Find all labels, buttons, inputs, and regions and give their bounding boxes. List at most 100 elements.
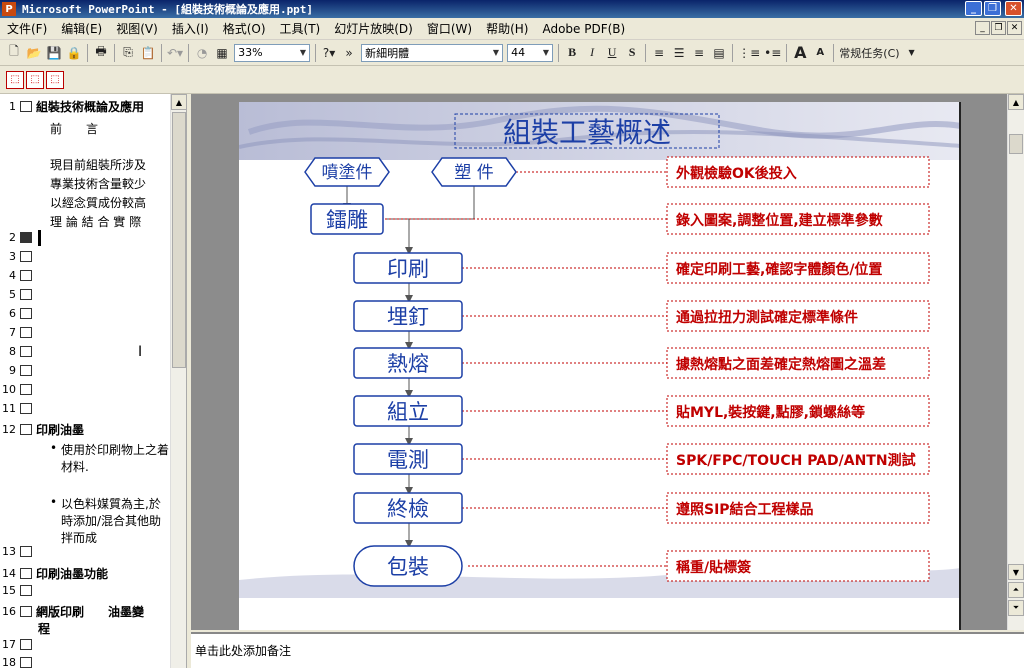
slide-canvas[interactable]: 組裝工藝概述 噴塗件 塑 件鐳雕 印刷 埋釘 熱熔 組立 電測 終檢 包裝 外觀檢驗OK後投入錄…: [239, 102, 961, 630]
slide-title[interactable]: 網版印刷 油墨變: [36, 603, 144, 620]
menu-help[interactable]: 帮助(H): [479, 20, 535, 37]
maximize-button[interactable]: ❐: [984, 1, 1001, 16]
permission-icon[interactable]: 🔒: [64, 43, 84, 63]
outline-body-line[interactable]: 專業技術含量較少: [50, 175, 146, 192]
outline-slide-row[interactable]: 3: [0, 250, 170, 263]
outline-body-line[interactable]: 以色料媒質為主,於: [61, 495, 161, 512]
font-size-combo[interactable]: 44 ▼: [507, 43, 554, 62]
slide-title[interactable]: 組裝工藝概述: [503, 116, 671, 149]
slide-title[interactable]: 組裝技術概論及應用: [36, 98, 144, 115]
align-center-icon[interactable]: ☰: [669, 43, 689, 63]
outline-body-line[interactable]: 理 論 結 合 實 際: [50, 213, 141, 230]
outline-slide-row[interactable]: 16 網版印刷 油墨變: [0, 603, 170, 620]
outline-slide-row[interactable]: 7: [0, 326, 170, 339]
scroll-thumb[interactable]: [172, 112, 186, 368]
italic-button[interactable]: I: [582, 43, 602, 63]
shadow-button[interactable]: S: [622, 43, 642, 63]
outline-slide-row[interactable]: 18: [0, 656, 170, 668]
notes-placeholder[interactable]: 单击此处添加备注: [195, 644, 291, 658]
outline-slide-row[interactable]: 5: [0, 288, 170, 301]
insert-chart-icon[interactable]: ◔: [192, 43, 212, 63]
outline-slide-row[interactable]: 12 印刷油墨: [0, 421, 170, 438]
menu-tools[interactable]: 工具(T): [273, 20, 328, 37]
menu-insert[interactable]: 插入(I): [165, 20, 216, 37]
shrink-font-button[interactable]: A: [810, 43, 830, 63]
slide-icon: [20, 546, 32, 557]
convert-to-pdf-icon[interactable]: ⬚: [6, 70, 24, 89]
scroll-down-icon[interactable]: ▼: [1008, 564, 1024, 580]
paste-icon[interactable]: 📋: [138, 43, 158, 63]
menu-file[interactable]: 文件(F): [0, 20, 54, 37]
align-left-icon[interactable]: ≡: [649, 43, 669, 63]
menu-slideshow[interactable]: 幻灯片放映(D): [327, 20, 420, 37]
save-icon[interactable]: 💾: [44, 43, 64, 63]
outline-slide-row[interactable]: 9: [0, 364, 170, 377]
slide-title[interactable]: 印刷油墨功能: [36, 565, 108, 582]
outline-slide-row[interactable]: 17: [0, 638, 170, 651]
task-pane-button[interactable]: 常规任务(C): [837, 43, 901, 63]
outline-slide-row[interactable]: 11: [0, 402, 170, 415]
convert-and-email-icon[interactable]: ⬚: [26, 70, 44, 89]
font-name-combo[interactable]: 新細明體 ▼: [361, 43, 504, 62]
underline-button[interactable]: U: [602, 43, 622, 63]
outline-slide-row[interactable]: 14 印刷油墨功能: [0, 565, 170, 582]
help-icon[interactable]: ?▾: [319, 43, 339, 63]
bullets-icon[interactable]: •≡: [762, 43, 783, 63]
outline-pane[interactable]: 1 組裝技術概論及應用 前 言 現目前組裝所涉及 專業技術含量較少 以經念質成份…: [0, 94, 170, 668]
grid-icon[interactable]: ▦: [212, 43, 232, 63]
new-icon[interactable]: 🗋: [4, 43, 24, 63]
vertical-scrollbar[interactable]: ▲ ▼ ⏶ ⏷: [1007, 94, 1024, 630]
process-step-label: 印刷: [387, 257, 429, 281]
outline-body-line[interactable]: 材料.: [61, 458, 89, 475]
slide-editing-area[interactable]: 組裝工藝概述 噴塗件 塑 件鐳雕 印刷 埋釘 熱熔 組立 電測 終檢 包裝 外觀檢驗OK後投入錄…: [191, 94, 1007, 630]
menu-window[interactable]: 窗口(W): [420, 20, 479, 37]
minimize-button[interactable]: _: [965, 1, 982, 16]
copy-icon[interactable]: ⎘: [118, 43, 138, 63]
numbering-icon[interactable]: ⋮≡: [736, 43, 762, 63]
menu-adobe-pdf[interactable]: Adobe PDF(B): [535, 22, 632, 36]
outline-body-line[interactable]: 使用於印刷物上之着: [61, 441, 169, 458]
justify-icon[interactable]: ▤: [709, 43, 729, 63]
outline-body-line[interactable]: 以經念質成份較高: [50, 194, 146, 211]
outline-slide-row[interactable]: 15: [0, 584, 170, 597]
doc-restore-button[interactable]: ❐: [991, 21, 1006, 35]
zoom-combo[interactable]: 33% ▼: [234, 43, 311, 62]
outline-body-line[interactable]: 時添加/混合其他助: [61, 512, 161, 529]
outline-slide-row[interactable]: 4: [0, 269, 170, 282]
scroll-up-icon[interactable]: ▲: [171, 94, 187, 110]
outline-slide-row[interactable]: 1 組裝技術概論及應用: [0, 98, 170, 115]
previous-slide-icon[interactable]: ⏶: [1008, 582, 1024, 598]
toolbar-options-icon[interactable]: »: [339, 43, 359, 63]
scroll-thumb[interactable]: [1009, 134, 1023, 154]
doc-minimize-button[interactable]: _: [975, 21, 990, 35]
outline-slide-row[interactable]: 6: [0, 307, 170, 320]
menu-format[interactable]: 格式(O): [216, 20, 273, 37]
doc-close-button[interactable]: ✕: [1007, 21, 1022, 35]
slide-title[interactable]: 印刷油墨: [36, 421, 84, 438]
outline-body-line[interactable]: 拌而成: [61, 529, 97, 546]
undo-icon[interactable]: ↶▾: [165, 43, 185, 63]
powerpoint-icon[interactable]: P: [2, 2, 16, 16]
outline-scrollbar[interactable]: ▲: [170, 94, 187, 668]
slide-title-continued[interactable]: 程: [38, 620, 50, 637]
convert-and-review-icon[interactable]: ⬚: [46, 70, 64, 89]
open-icon[interactable]: 📂: [24, 43, 44, 63]
close-button[interactable]: ✕: [1005, 1, 1022, 16]
menu-view[interactable]: 视图(V): [109, 20, 165, 37]
outline-slide-row[interactable]: 2: [0, 231, 170, 244]
grow-font-button[interactable]: A: [790, 43, 810, 63]
outline-body-line[interactable]: 現目前組裝所涉及: [50, 156, 146, 173]
next-slide-icon[interactable]: ⏷: [1008, 600, 1024, 616]
bold-button[interactable]: B: [562, 43, 582, 63]
outline-slide-row[interactable]: 10: [0, 383, 170, 396]
slide-scrollbar[interactable]: ▲ ▼ ⏶ ⏷: [1007, 94, 1024, 630]
scroll-up-icon[interactable]: ▲: [1008, 94, 1024, 110]
menu-edit[interactable]: 编辑(E): [54, 20, 109, 37]
outline-slide-row[interactable]: 13: [0, 545, 170, 558]
align-right-icon[interactable]: ≡: [689, 43, 709, 63]
notes-pane[interactable]: 单击此处添加备注: [191, 632, 1024, 668]
outline-slide-row[interactable]: 8: [0, 345, 170, 358]
chevron-down-icon[interactable]: ▼: [902, 43, 922, 63]
outline-body-line[interactable]: 前 言: [50, 120, 98, 137]
print-icon[interactable]: 🖶: [91, 43, 111, 63]
